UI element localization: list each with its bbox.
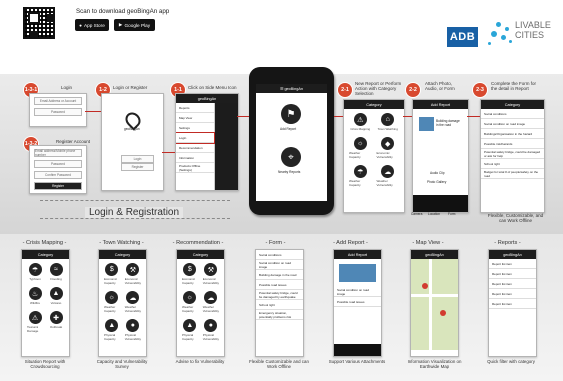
login-button[interactable]: Login — [121, 155, 154, 163]
nearby-reports-icon[interactable]: ⌖ — [281, 147, 301, 167]
audio-clip-label: Audio Clip — [430, 171, 445, 175]
add-report-bottom-screen: Add Report Social condition on road image… — [333, 249, 382, 357]
side-menu-item-settings[interactable]: Settings — [176, 123, 214, 133]
step-badge-2-2: 2-2 — [406, 83, 420, 97]
category-grid: ⚠ Crisis Mapping ⌂ Town Watching ☼ Weather … — [344, 109, 404, 191]
map-canvas[interactable] — [411, 259, 458, 350]
register-submit-button[interactable]: Register — [34, 182, 82, 190]
nearby-reports-label: Nearby Reports — [278, 170, 301, 174]
flexible-caption: Flexible, Customizable, and can Work Off… — [487, 213, 544, 223]
attachment-screen: Add Report Building damage in the road A… — [412, 99, 469, 213]
menu-icon[interactable]: ☰ — [280, 86, 283, 91]
form-row[interactable]: School right — [481, 159, 544, 169]
category-town-watching[interactable]: ⌂ Town Watching — [377, 113, 400, 131]
login-registration-caption: Login & Registration — [85, 207, 184, 218]
phone-main-screen: ☰ geoBingAn ⚑ Add Report ⌖ Nearby Report… — [249, 67, 334, 215]
map-view-caption: Information Visualization on Earthwide M… — [407, 359, 462, 370]
step-badge-2-1: 2-1 — [338, 83, 352, 97]
form-row[interactable]: Social condition on road image — [481, 119, 544, 129]
login-register-title: Login or Register — [113, 85, 148, 90]
category-crisis-mapping[interactable]: ⚠ Crisis Mapping — [349, 113, 372, 131]
side-menu-item-map[interactable]: Map View — [176, 113, 214, 123]
app-store-button[interactable]: ● App Store — [75, 19, 109, 31]
crisis-mapping-caption: Situation Report with Crowdsourcing — [24, 359, 66, 370]
livable-cities-wordmark: LIVABLE CITIES — [515, 20, 551, 40]
form-screen: Category Social conditions Social condit… — [480, 99, 545, 213]
livable-cities-logo-mark — [485, 20, 515, 50]
category-screen: Category ⚠ Crisis Mapping ⌂ Town Watching … — [343, 99, 405, 213]
side-menu-header: geoBingAn — [176, 94, 238, 103]
recommendation-caption: Advise to fix Vulnerability — [175, 359, 225, 364]
login-title: Login — [61, 85, 73, 90]
form-row[interactable]: Possible risk/hazards — [481, 139, 544, 149]
town-watching-screen: Category $ Economic Capacity ⚒ Economic Vuln… — [98, 249, 147, 357]
side-menu-item-reports[interactable]: Reports — [176, 103, 214, 113]
reports-section-title: - Reports - — [494, 240, 521, 246]
new-report-step-title: New Report or Perform Action with Catego… — [355, 81, 402, 96]
qr-code — [23, 7, 55, 39]
register-screen: Email address/Mobile phone number Passwo… — [29, 145, 87, 194]
register-password-field[interactable]: Password — [34, 160, 82, 168]
side-menu-item-offline[interactable]: Products Offline (Settings) — [176, 163, 214, 173]
form-section-title: - Form - — [265, 240, 286, 246]
category-weather-capacity-alt[interactable]: ☂ Weather Capacity — [349, 165, 372, 187]
map-view-section-title: - Map View - — [412, 240, 444, 246]
login-email-field[interactable]: Email Address or Account — [34, 97, 82, 105]
town-watching-caption: Capacity and Vulnerability Survey — [96, 359, 148, 370]
photo-gallery-label: Photo Gallery — [427, 180, 447, 184]
reports-screen: geoBingAn Report list item Report list ite… — [488, 249, 537, 357]
side-menu-screen: geoBingAn Reports Map View Settings Logi… — [175, 93, 239, 191]
side-menu-item-login[interactable]: Login — [176, 132, 215, 144]
register-button[interactable]: Register — [121, 163, 154, 171]
login-register-screen: geoBingAn Login Register — [101, 93, 164, 191]
login-screen: Email Address or Account Password — [29, 93, 87, 127]
form-row[interactable]: Social conditions — [481, 109, 544, 119]
photo-thumbnail[interactable] — [419, 117, 434, 131]
attachment-header: Add Report — [413, 100, 468, 109]
form-header: Category — [481, 100, 544, 109]
register-confirm-field[interactable]: Confirm Password — [34, 171, 82, 179]
form-caption: Flexible Customizable and can Work Offli… — [249, 359, 309, 370]
add-report-label: Add Report — [280, 127, 297, 131]
recommendation-screen: Category $ Economic Capacity ⚒ Economic Vuln… — [176, 249, 225, 357]
register-email-field[interactable]: Email address/Mobile phone number — [34, 149, 82, 157]
phone-app-bar: ☰ geoBingAn — [256, 84, 327, 93]
complete-step-title: Complete the Form for the detail in Repo… — [491, 81, 537, 91]
download-text: Scan to download geoBingAn app — [76, 8, 170, 15]
login-password-field[interactable]: Password — [34, 108, 82, 116]
step-badge-2-3: 2-3 — [473, 83, 487, 97]
side-menu-item-information[interactable]: Information — [176, 153, 214, 163]
map-view-screen: geoBingAn — [410, 249, 459, 357]
app-name: geoBingAn — [124, 127, 140, 131]
form-row[interactable]: Budget for total # of people/safety on t… — [481, 169, 544, 179]
category-weather-capacity[interactable]: ☼ Weather Capacity — [349, 137, 372, 159]
form-bottom-screen: Social conditions Social condition on roa… — [255, 249, 304, 357]
camera-label: Camera — [411, 212, 423, 216]
adb-logo: ADB — [447, 27, 478, 47]
location-label: Location — [428, 212, 441, 216]
recommendation-title: - Recommendation - — [172, 240, 224, 246]
category-economic-vulnerability[interactable]: ◆ Economic Vulnerability — [377, 137, 400, 159]
apple-icon: ● — [79, 22, 82, 28]
crisis-mapping-title: - Crisis Mapping - — [22, 240, 67, 246]
attachment-toolbar — [413, 195, 468, 212]
crisis-mapping-screen: Category ☂ Typhoon ≈ Flooding ♨ Wildfire ▲ Volca… — [21, 249, 70, 357]
add-report-section-title: - Add Report - — [333, 240, 368, 246]
attach-step-title: Attach Photo, Audio, or Form — [425, 81, 455, 91]
google-play-button[interactable]: ▶ Google Play — [114, 19, 155, 31]
form-row[interactable]: Buildings/Organisation in the hazard — [481, 129, 544, 139]
play-icon: ▶ — [118, 22, 123, 27]
attachment-description: Building damage in the road — [436, 119, 460, 127]
side-menu-step-title: Click on Side Menu Icon — [188, 85, 237, 90]
add-report-icon[interactable]: ⚑ — [281, 104, 301, 124]
category-weather-vulnerability[interactable]: ☁ Weather Vulnerability — [377, 165, 400, 187]
form-row[interactable]: Potential safety bridge, could be damage… — [481, 149, 544, 159]
form-label: Form — [448, 212, 456, 216]
add-report-caption: Support Various Attachments — [328, 359, 386, 364]
side-menu-item-recommendation[interactable]: Recommendation — [176, 143, 214, 153]
category-header: Category — [344, 100, 404, 109]
town-watching-title: - Town Watching - — [99, 240, 144, 246]
reports-caption: Quick filter with category — [487, 359, 535, 364]
